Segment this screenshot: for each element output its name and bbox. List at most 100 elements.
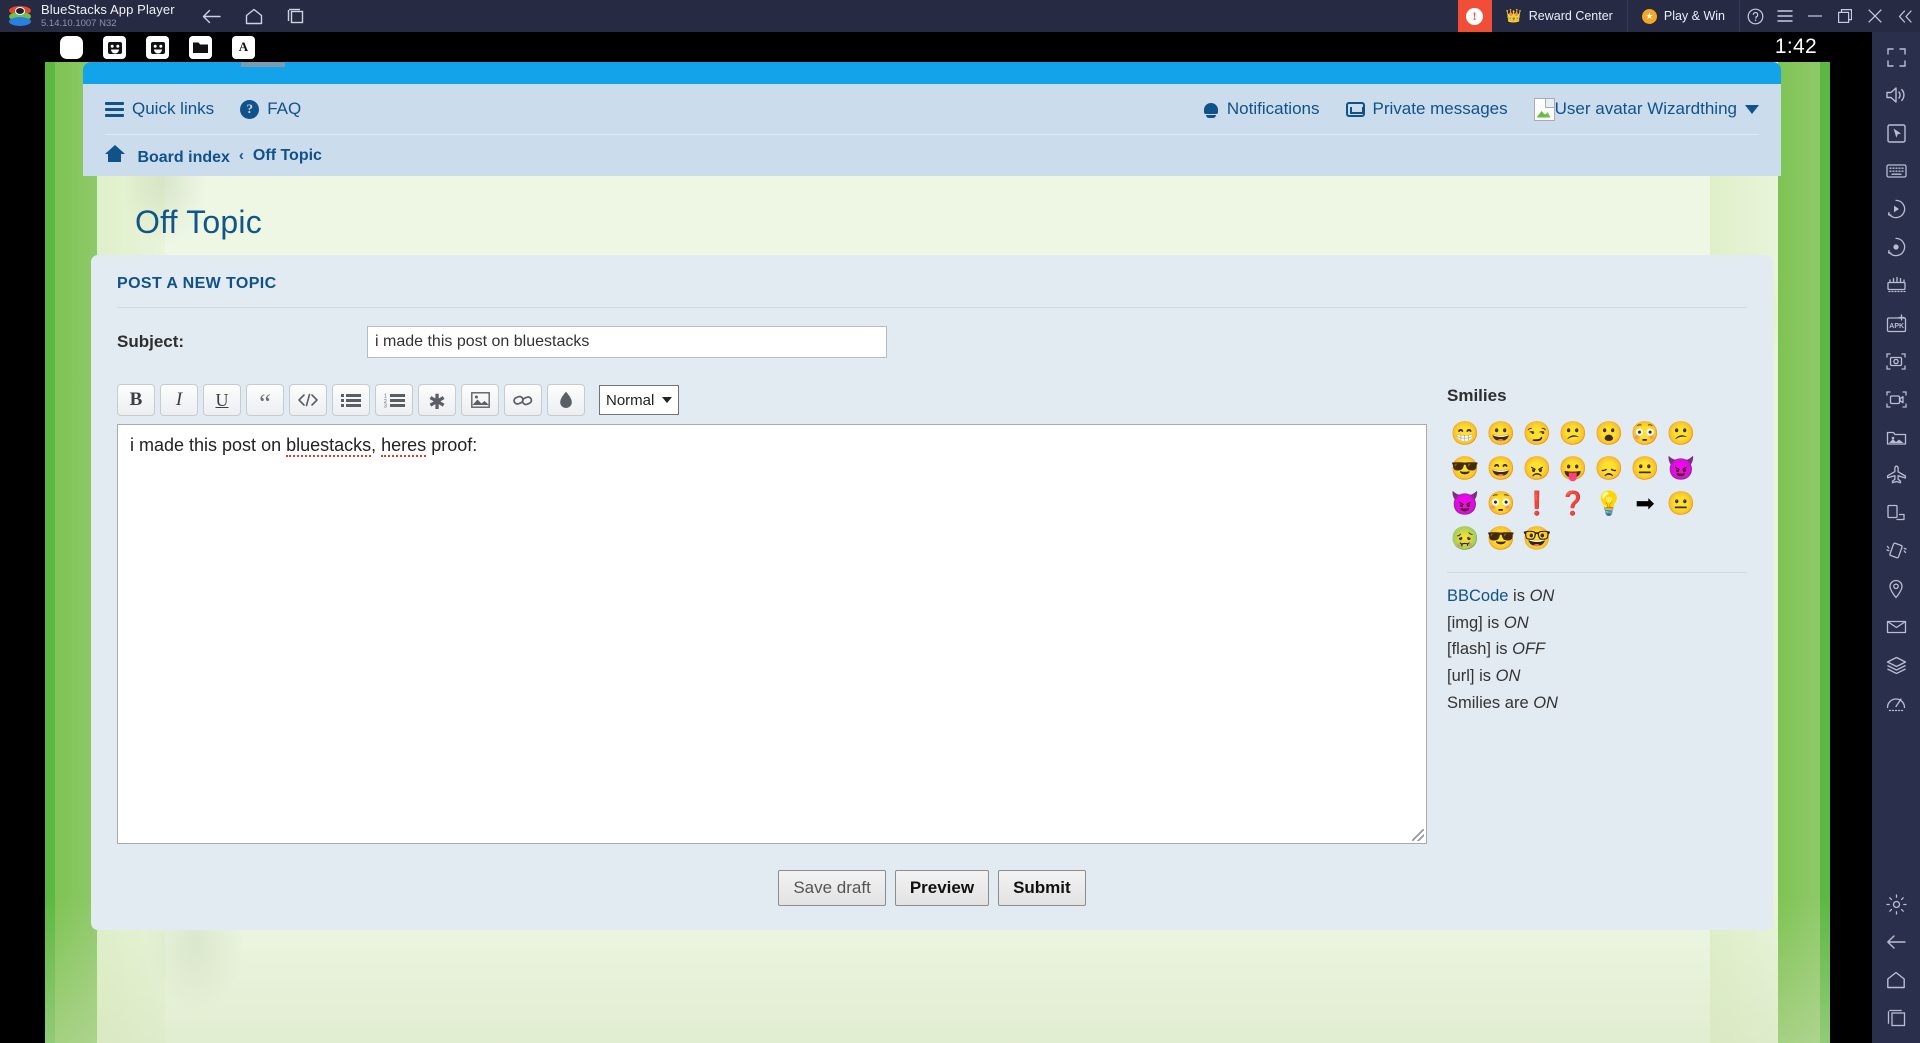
home-icon[interactable]: [1872, 961, 1920, 999]
smilie-17[interactable]: ❓: [1555, 486, 1591, 521]
bold-button[interactable]: B: [117, 384, 155, 416]
avatar: [1533, 97, 1555, 121]
breadcrumb-board-index[interactable]: Board index: [105, 144, 230, 167]
install-apk-icon[interactable]: APK: [1872, 304, 1920, 342]
alert-badge-button[interactable]: !: [1457, 0, 1492, 32]
smilie-5[interactable]: 😳: [1627, 416, 1663, 451]
italic-button[interactable]: I: [160, 384, 198, 416]
bbcode-status-value: ON: [1495, 667, 1521, 686]
save-draft-button[interactable]: Save draft: [778, 870, 886, 906]
font-color-button[interactable]: [547, 384, 585, 416]
submit-button[interactable]: Submit: [998, 870, 1086, 906]
form-buttons: Save draft Preview Submit: [117, 870, 1747, 906]
smilie-23[interactable]: 🤓: [1519, 521, 1555, 556]
bbcode-status-value: ON: [1503, 613, 1529, 632]
textarea-resize-handle[interactable]: [1412, 829, 1424, 841]
bbcode-status-key[interactable]: BBCode: [1447, 587, 1508, 605]
smilie-12[interactable]: 😐: [1627, 451, 1663, 486]
code-button[interactable]: [289, 384, 327, 416]
smilie-18[interactable]: 💡: [1591, 486, 1627, 521]
rotate-icon[interactable]: [1872, 494, 1920, 532]
performance-icon[interactable]: [1872, 684, 1920, 722]
reward-center-button[interactable]: 👑 Reward Center: [1492, 0, 1628, 32]
minimize-button[interactable]: [1800, 0, 1830, 32]
preview-button[interactable]: Preview: [894, 870, 990, 906]
app-icon-robot-2[interactable]: [146, 35, 169, 59]
media-manager-icon[interactable]: [1872, 418, 1920, 456]
collapse-sidebar-button[interactable]: [1890, 0, 1920, 32]
list-item-button[interactable]: ✱: [418, 384, 456, 416]
smilie-0[interactable]: 😁: [1447, 416, 1483, 451]
notifications-link[interactable]: Notifications: [1203, 99, 1320, 119]
volume-icon[interactable]: [1872, 76, 1920, 114]
image-button[interactable]: [461, 384, 499, 416]
shake-icon[interactable]: [1872, 532, 1920, 570]
breadcrumb-current[interactable]: Off Topic: [253, 147, 322, 165]
smilie-6[interactable]: 😕: [1663, 416, 1699, 451]
smilie-21[interactable]: 🤢: [1447, 521, 1483, 556]
menu-icon[interactable]: [1770, 0, 1800, 32]
smilie-13[interactable]: 😈: [1663, 451, 1699, 486]
screen-record-icon[interactable]: [1872, 380, 1920, 418]
maximize-button[interactable]: [1830, 0, 1860, 32]
macro-play-icon[interactable]: [1872, 190, 1920, 228]
app-icon-folder[interactable]: [189, 35, 212, 59]
envelope-icon: [1345, 101, 1365, 117]
smilie-1[interactable]: 😀: [1483, 416, 1519, 451]
subject-input[interactable]: [367, 326, 887, 358]
cursor-icon[interactable]: [1872, 114, 1920, 152]
user-menu-link[interactable]: User avatar Wizardthing: [1533, 97, 1759, 121]
back-icon[interactable]: [201, 5, 223, 27]
smilie-8[interactable]: 😄: [1483, 451, 1519, 486]
url-button[interactable]: [504, 384, 542, 416]
help-icon[interactable]: [1740, 0, 1770, 32]
smilie-3[interactable]: 😕: [1555, 416, 1591, 451]
fullscreen-icon[interactable]: [1872, 38, 1920, 76]
keyboard-icon[interactable]: [1872, 152, 1920, 190]
app-icon-blank[interactable]: [60, 35, 83, 59]
smilie-9[interactable]: 😠: [1519, 451, 1555, 486]
close-button[interactable]: [1860, 0, 1890, 32]
play-and-win-button[interactable]: ★ Play & Win: [1628, 0, 1740, 32]
unordered-list-button[interactable]: [332, 384, 370, 416]
bbcode-status-row: [url] is ON: [1447, 663, 1747, 690]
multi-instance-manager-icon[interactable]: [1872, 266, 1920, 304]
message-textarea[interactable]: i made this post on bluestacks, heres pr…: [117, 424, 1427, 844]
recents-icon[interactable]: [285, 5, 307, 27]
smilie-20[interactable]: 😐: [1663, 486, 1699, 521]
smilie-7[interactable]: 😎: [1447, 451, 1483, 486]
faq-link[interactable]: ? FAQ: [240, 99, 301, 119]
smilie-4[interactable]: 😮: [1591, 416, 1627, 451]
macro-record-icon[interactable]: [1872, 228, 1920, 266]
notifications-label: Notifications: [1226, 99, 1320, 118]
smilie-22[interactable]: 😎: [1483, 521, 1519, 556]
smilie-16[interactable]: ❗: [1519, 486, 1555, 521]
mail-icon[interactable]: [1872, 608, 1920, 646]
back-icon[interactable]: [1872, 923, 1920, 961]
location-icon[interactable]: [1872, 570, 1920, 608]
smilie-14[interactable]: 😈: [1447, 486, 1483, 521]
site-logo-icon[interactable]: [241, 62, 285, 67]
smilie-10[interactable]: 😛: [1555, 451, 1591, 486]
quick-links-link[interactable]: Quick links: [105, 99, 214, 120]
private-messages-link[interactable]: Private messages: [1345, 99, 1508, 119]
underline-button[interactable]: U: [203, 384, 241, 416]
smilie-11[interactable]: 😞: [1591, 451, 1627, 486]
ordered-list-button[interactable]: 1 2 3: [375, 384, 413, 416]
font-size-select[interactable]: Normal: [599, 385, 680, 415]
layers-icon[interactable]: [1872, 646, 1920, 684]
app-icon-robot-1[interactable]: [103, 35, 126, 59]
bbcode-status-verb: is: [1508, 587, 1530, 605]
quote-button[interactable]: “: [246, 384, 284, 417]
smilie-2[interactable]: 😏: [1519, 416, 1555, 451]
airplane-mode-icon[interactable]: [1872, 456, 1920, 494]
app-icon-text[interactable]: A: [232, 35, 255, 59]
app-version: 5.14.10.1007 N32: [41, 18, 117, 30]
smilie-19[interactable]: ➡: [1627, 486, 1663, 521]
smilie-15[interactable]: 😳: [1483, 486, 1519, 521]
bbcode-status-row: BBCode is ON: [1447, 583, 1747, 610]
home-icon[interactable]: [243, 5, 265, 27]
settings-icon[interactable]: [1872, 885, 1920, 923]
screenshot-icon[interactable]: [1872, 342, 1920, 380]
recents-icon[interactable]: [1872, 999, 1920, 1037]
